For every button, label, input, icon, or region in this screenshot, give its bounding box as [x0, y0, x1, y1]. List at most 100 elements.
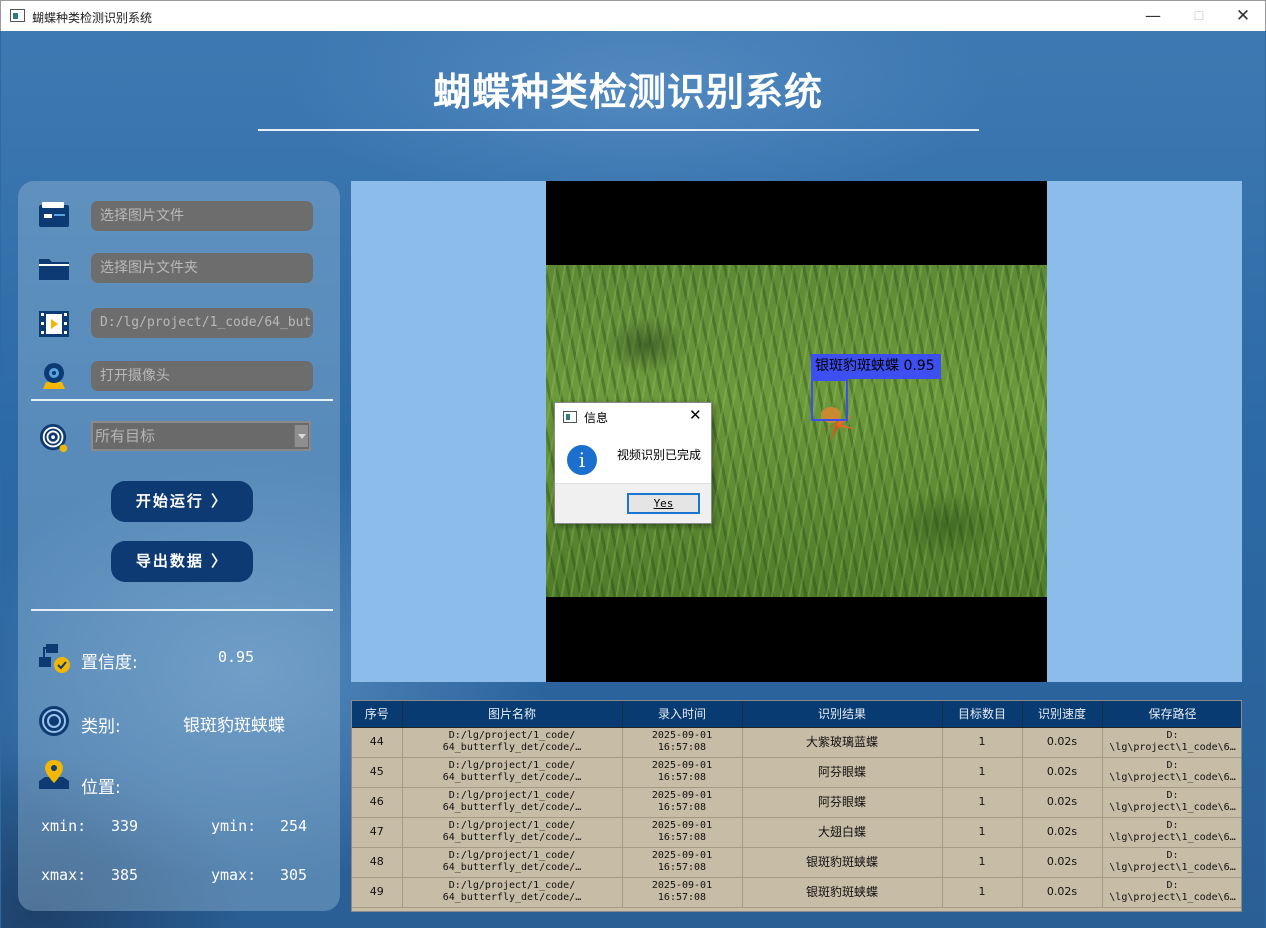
cell-time: 2025-09-01 16:57:08	[622, 877, 743, 908]
table-row[interactable]: 45 D:/lg/project/1_code/ 64_butterfly_de…	[352, 757, 1241, 788]
table-row[interactable]: 49 D:/lg/project/1_code/ 64_butterfly_de…	[352, 877, 1241, 908]
cell-result: 大紫玻璃蓝蝶	[742, 727, 943, 758]
info-icon: i	[567, 445, 597, 475]
detection-label: 银斑豹斑蛱蝶 0.95	[811, 354, 941, 379]
cell-path: D: \lg\project\1_code\6…	[1102, 877, 1241, 908]
chevron-down-icon[interactable]	[294, 425, 308, 447]
cell-id: 44	[352, 727, 403, 758]
cell-name: D:/lg/project/1_code/ 64_butterfly_det/c…	[402, 757, 623, 788]
cell-id: 48	[352, 847, 403, 878]
cell-count: 1	[942, 847, 1023, 878]
cell-id: 47	[352, 817, 403, 848]
target-select[interactable]: 所有目标	[91, 421, 311, 451]
image-folder-input[interactable]: 选择图片文件夹	[91, 253, 313, 283]
cell-time: 2025-09-01 16:57:08	[622, 847, 743, 878]
dialog-close-icon[interactable]: ✕	[689, 406, 702, 424]
dialog-message: 视频识别已完成	[617, 448, 702, 462]
cell-id: 45	[352, 757, 403, 788]
video-path-input[interactable]: D:/lg/project/1_code/64_but	[91, 308, 313, 338]
cell-name: D:/lg/project/1_code/ 64_butterfly_det/c…	[402, 727, 623, 758]
column-header-time[interactable]: 录入时间	[622, 701, 743, 728]
minimize-button[interactable]: —	[1130, 1, 1176, 32]
xmin-value: 339	[111, 817, 139, 835]
xmin-label: xmin:	[41, 817, 87, 835]
cell-count: 1	[942, 727, 1023, 758]
position-label: 位置:	[81, 778, 121, 798]
table-row[interactable]: 46 D:/lg/project/1_code/ 64_butterfly_de…	[352, 787, 1241, 818]
cell-id: 46	[352, 787, 403, 818]
confidence-label: 置信度:	[81, 653, 138, 673]
cell-count: 1	[942, 817, 1023, 848]
maximize-button[interactable]: ☐	[1176, 1, 1222, 32]
column-header-speed[interactable]: 识别速度	[1022, 701, 1103, 728]
cell-result: 大翅白蝶	[742, 817, 943, 848]
ymin-value: 254	[280, 817, 308, 835]
dialog-footer: Yes	[555, 483, 711, 523]
close-button[interactable]: ✕	[1220, 1, 1266, 32]
column-header-id[interactable]: 序号	[352, 701, 403, 728]
cell-speed: 0.02s	[1022, 727, 1103, 758]
yes-button[interactable]: Yes	[627, 493, 700, 514]
app-icon	[10, 9, 25, 22]
video-display: 银斑豹斑蛱蝶 0.95	[351, 181, 1242, 682]
cell-speed: 0.02s	[1022, 817, 1103, 848]
cell-name: D:/lg/project/1_code/ 64_butterfly_det/c…	[402, 847, 623, 878]
xmax-value: 385	[111, 866, 139, 884]
results-table: 序号 图片名称 录入时间 识别结果 目标数目 识别速度 保存路径 44 D:/l…	[351, 700, 1242, 912]
cell-result: 银斑豹斑蛱蝶	[742, 847, 943, 878]
export-button[interactable]: 导出数据 〉	[111, 541, 253, 582]
class-icon	[39, 706, 69, 736]
column-header-path[interactable]: 保存路径	[1102, 701, 1241, 728]
info-dialog: 信息 ✕ i 视频识别已完成 Yes	[554, 402, 712, 524]
image-file-icon[interactable]	[38, 201, 70, 231]
folder-icon[interactable]	[38, 253, 70, 283]
image-file-input[interactable]: 选择图片文件	[91, 201, 313, 231]
title-underline	[258, 129, 979, 131]
cell-path: D: \lg\project\1_code\6…	[1102, 757, 1241, 788]
camera-input[interactable]: 打开摄像头	[91, 361, 313, 391]
class-value: 银斑豹斑蛱蝶	[183, 716, 285, 736]
table-row[interactable]: 44 D:/lg/project/1_code/ 64_butterfly_de…	[352, 727, 1241, 758]
cell-speed: 0.02s	[1022, 847, 1103, 878]
cell-time: 2025-09-01 16:57:08	[622, 757, 743, 788]
location-icon	[39, 760, 69, 789]
cell-name: D:/lg/project/1_code/ 64_butterfly_det/c…	[402, 787, 623, 818]
table-header-row: 序号 图片名称 录入时间 识别结果 目标数目 识别速度 保存路径	[352, 701, 1241, 728]
target-icon	[39, 423, 68, 453]
column-header-count[interactable]: 目标数目	[942, 701, 1023, 728]
confidence-icon	[39, 644, 70, 673]
window-titlebar: 蝴蝶种类检测识别系统 — ☐ ✕	[0, 0, 1266, 31]
cell-speed: 0.02s	[1022, 787, 1103, 818]
cell-name: D:/lg/project/1_code/ 64_butterfly_det/c…	[402, 877, 623, 908]
detection-box	[811, 379, 848, 421]
start-button[interactable]: 开始运行 〉	[111, 481, 253, 522]
panel-divider	[31, 399, 333, 401]
dialog-title: 信息	[584, 411, 609, 425]
cell-result: 阿芬眼蝶	[742, 757, 943, 788]
column-header-result[interactable]: 识别结果	[742, 701, 943, 728]
cell-id: 49	[352, 877, 403, 908]
cell-time: 2025-09-01 16:57:08	[622, 787, 743, 818]
cell-count: 1	[942, 787, 1023, 818]
results-table-grid: 序号 图片名称 录入时间 识别结果 目标数目 识别速度 保存路径 44 D:/l…	[352, 701, 1241, 908]
video-file-icon[interactable]	[38, 309, 70, 339]
cell-name: D:/lg/project/1_code/ 64_butterfly_det/c…	[402, 817, 623, 848]
cell-count: 1	[942, 877, 1023, 908]
column-header-name[interactable]: 图片名称	[402, 701, 623, 728]
cell-time: 2025-09-01 16:57:08	[622, 727, 743, 758]
target-select-value: 所有目标	[95, 427, 156, 445]
window-title: 蝴蝶种类检测识别系统	[32, 11, 153, 25]
panel-divider	[31, 609, 333, 611]
cell-time: 2025-09-01 16:57:08	[622, 817, 743, 848]
cell-speed: 0.02s	[1022, 757, 1103, 788]
table-row[interactable]: 48 D:/lg/project/1_code/ 64_butterfly_de…	[352, 847, 1241, 878]
camera-icon[interactable]	[38, 361, 70, 391]
ymax-value: 305	[280, 866, 308, 884]
table-row[interactable]: 47 D:/lg/project/1_code/ 64_butterfly_de…	[352, 817, 1241, 848]
page-title: 蝴蝶种类检测识别系统	[432, 70, 823, 114]
dialog-app-icon	[563, 411, 577, 423]
cell-path: D: \lg\project\1_code\6…	[1102, 727, 1241, 758]
cell-path: D: \lg\project\1_code\6…	[1102, 847, 1241, 878]
confidence-value: 0.95	[218, 648, 255, 666]
cell-path: D: \lg\project\1_code\6…	[1102, 787, 1241, 818]
